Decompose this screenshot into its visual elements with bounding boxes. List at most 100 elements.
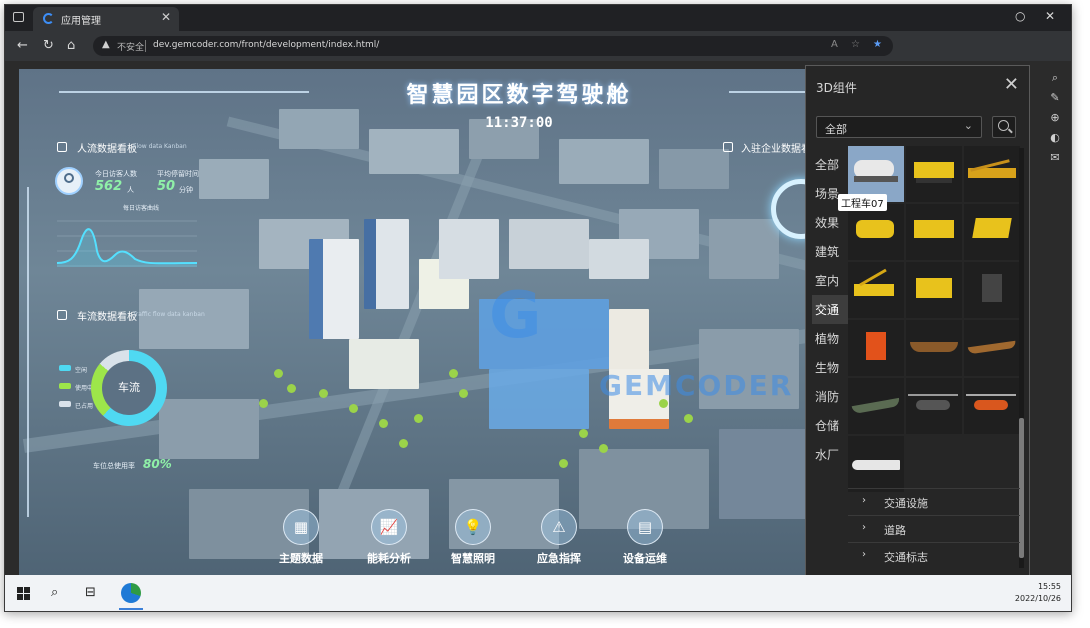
building bbox=[719, 429, 809, 519]
tree-label: 交通标志 bbox=[884, 551, 928, 564]
warning-icon[interactable]: ▲ bbox=[102, 39, 110, 50]
category-creature[interactable]: 生物 bbox=[812, 353, 848, 382]
browser-tab[interactable]: 应用管理 ✕ bbox=[33, 7, 179, 31]
back-icon[interactable]: ← bbox=[17, 38, 28, 53]
category-fire[interactable]: 消防 bbox=[812, 382, 848, 411]
component-excavator[interactable] bbox=[848, 262, 904, 318]
windows-start-icon[interactable] bbox=[17, 587, 30, 600]
outlook-icon[interactable]: ✉ bbox=[1048, 151, 1062, 165]
legend-idle: 空闲 bbox=[75, 367, 88, 374]
dock-label: 智慧照明 bbox=[451, 552, 495, 565]
dock-label: 应急指挥 bbox=[537, 552, 581, 565]
hud-frame bbox=[27, 187, 31, 517]
tree-item-road[interactable]: › 道路 bbox=[848, 515, 1020, 542]
tree-item-traffic-facility[interactable]: › 交通设施 bbox=[848, 488, 1020, 515]
building-icon bbox=[57, 142, 67, 152]
alert-icon: ⚠ bbox=[552, 518, 566, 536]
category-plant[interactable]: 植物 bbox=[812, 324, 848, 353]
today-visitors-value: 562 bbox=[95, 179, 123, 194]
building bbox=[199, 159, 269, 199]
home-icon[interactable]: ⌂ bbox=[67, 38, 75, 53]
browser-side-rail: ⌕ ✎ ⊕ ◐ ✉ bbox=[1037, 61, 1071, 575]
traffic-panel-subtitle: Traffic flow data kanban bbox=[133, 311, 205, 318]
visitor-curve-chart bbox=[57, 220, 197, 267]
tab-actions-icon[interactable] bbox=[13, 12, 24, 22]
dock-item-device-maintenance[interactable]: ▤ 设备运维 bbox=[603, 507, 687, 571]
today-visitors-label: 今日访客人数 bbox=[95, 170, 137, 178]
address-bar: ← ↻ ⌂ ▲ 不安全 dev.gemcoder.com/front/devel… bbox=[5, 31, 1071, 61]
building bbox=[349, 339, 419, 389]
category-select[interactable]: 全部 ⌄ bbox=[816, 116, 982, 138]
component-canoe[interactable] bbox=[964, 320, 1020, 376]
category-waterworks[interactable]: 水厂 bbox=[812, 440, 848, 469]
tower-building bbox=[309, 239, 359, 339]
hud-line bbox=[59, 91, 309, 93]
close-icon[interactable]: ✕ bbox=[1045, 9, 1055, 23]
search-icon[interactable]: ⌕ bbox=[51, 585, 58, 600]
security-label[interactable]: 不安全 bbox=[117, 40, 144, 53]
collections-icon[interactable]: ⊕ bbox=[1048, 111, 1062, 125]
grid-icon: ▦ bbox=[293, 518, 309, 536]
legend-occupied: 已占用 bbox=[75, 403, 94, 410]
category-storage[interactable]: 仓储 bbox=[812, 411, 848, 440]
visitor-avatar-icon bbox=[55, 167, 83, 195]
office-icon[interactable]: ◐ bbox=[1048, 131, 1062, 145]
component-bullet-train[interactable] bbox=[848, 436, 904, 492]
edge-browser-icon[interactable] bbox=[121, 583, 141, 603]
tree bbox=[579, 429, 588, 438]
restore-icon[interactable]: ○ bbox=[1015, 9, 1025, 23]
avg-stay-unit: 分钟 bbox=[179, 186, 193, 194]
tools-icon[interactable]: ✎ bbox=[1048, 91, 1062, 105]
chevron-right-icon: › bbox=[862, 522, 866, 533]
system-clock[interactable]: 15:55 2022/10/26 bbox=[1015, 581, 1061, 605]
category-building[interactable]: 建筑 bbox=[812, 237, 848, 266]
dock-item-energy-analysis[interactable]: 📈 能耗分析 bbox=[347, 507, 431, 571]
tree bbox=[287, 384, 296, 393]
extension-icon[interactable]: ☆ bbox=[851, 39, 860, 50]
tree bbox=[559, 459, 568, 468]
task-view-icon[interactable]: ⊟ bbox=[85, 585, 96, 600]
read-aloud-icon[interactable]: A bbox=[831, 39, 838, 50]
category-traffic[interactable]: 交通 bbox=[812, 295, 848, 324]
legend-swatch-idle bbox=[59, 365, 71, 371]
car-icon bbox=[57, 310, 67, 320]
search-icon[interactable]: ⌕ bbox=[1048, 71, 1062, 85]
component-dump-truck[interactable] bbox=[906, 146, 962, 202]
url-input[interactable]: ▲ 不安全 dev.gemcoder.com/front/development… bbox=[93, 36, 893, 56]
favorite-star-icon[interactable]: ★ bbox=[873, 39, 882, 50]
component-forklift-orange[interactable] bbox=[848, 320, 904, 376]
lightbulb-icon: 💡 bbox=[463, 518, 483, 536]
dock-item-emergency-command[interactable]: ⚠ 应急指挥 bbox=[517, 507, 601, 571]
component-bulldozer[interactable] bbox=[906, 262, 962, 318]
close-icon[interactable]: ✕ bbox=[1004, 74, 1019, 95]
component-helicopter-dark[interactable] bbox=[906, 378, 962, 434]
component-box-truck[interactable] bbox=[906, 204, 962, 260]
building bbox=[279, 109, 359, 149]
tab-close-icon[interactable]: ✕ bbox=[161, 10, 171, 24]
dashboard-title: 智慧园区数字驾驶舱 bbox=[406, 83, 632, 108]
bottom-dock: ▦ 主题数据 📈 能耗分析 💡 智慧照明 ⚠ 应急指挥 ▤ 设备运维 bbox=[259, 507, 689, 571]
dock-item-smart-lighting[interactable]: 💡 智慧照明 bbox=[431, 507, 515, 571]
category-effect[interactable]: 效果 bbox=[812, 208, 848, 237]
search-button[interactable] bbox=[992, 116, 1016, 138]
tree bbox=[399, 439, 408, 448]
component-forklift-dark[interactable] bbox=[964, 262, 1020, 318]
building bbox=[139, 289, 249, 349]
component-panel-header: 3D组件 ✕ bbox=[806, 66, 1029, 104]
component-rowboat[interactable] bbox=[848, 378, 904, 434]
component-tipper-truck[interactable] bbox=[964, 204, 1020, 260]
dock-item-theme-data[interactable]: ▦ 主题数据 bbox=[259, 507, 343, 571]
component-panel-title: 3D组件 bbox=[816, 81, 857, 95]
tree-item-traffic-sign[interactable]: › 交通标志 bbox=[848, 542, 1020, 569]
component-crane-truck[interactable] bbox=[964, 146, 1020, 202]
component-tank-truck[interactable] bbox=[848, 204, 904, 260]
tree bbox=[319, 389, 328, 398]
refresh-icon[interactable]: ↻ bbox=[43, 38, 54, 53]
category-indoor[interactable]: 室内 bbox=[812, 266, 848, 295]
server-icon: ▤ bbox=[637, 518, 653, 536]
category-all[interactable]: 全部 bbox=[812, 150, 848, 179]
component-helicopter-orange[interactable] bbox=[964, 378, 1020, 434]
tree-label: 交通设施 bbox=[884, 497, 928, 510]
url-text[interactable]: dev.gemcoder.com/front/development/index… bbox=[153, 40, 379, 50]
component-wooden-boat[interactable] bbox=[906, 320, 962, 376]
